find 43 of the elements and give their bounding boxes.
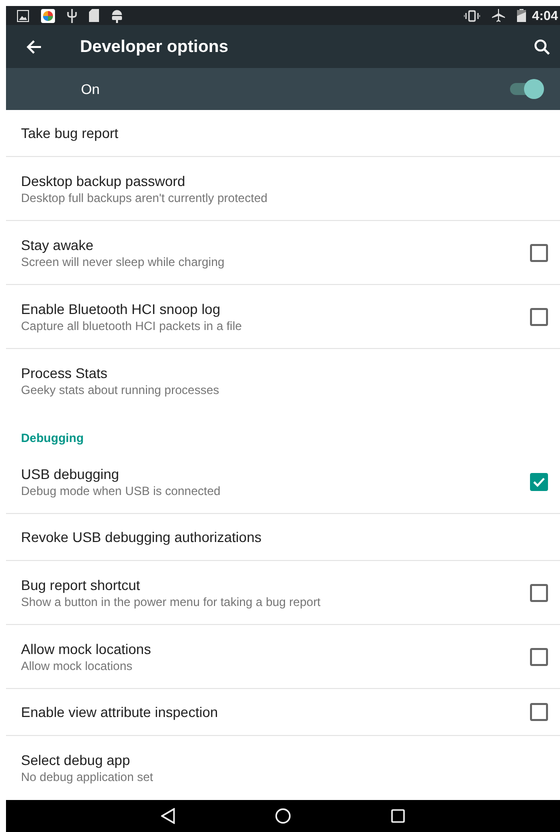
setting-title[interactable]: Take bug report	[21, 125, 548, 142]
back-icon[interactable]	[161, 808, 175, 824]
setting-summary: Show a button in the power menu for taking a bug report	[21, 594, 322, 609]
setting-summary: Screen will never sleep while charging	[21, 254, 226, 269]
home-icon[interactable]	[275, 808, 291, 824]
setting-title[interactable]: Process Stats	[21, 365, 548, 382]
setting-summary: Capture all bluetooth HCI packets in a file	[21, 318, 243, 333]
checkbox[interactable]	[530, 308, 548, 326]
setting-title[interactable]: Enable Bluetooth HCI snoop log	[21, 300, 530, 317]
android-icon	[111, 8, 123, 23]
recents-icon[interactable]	[391, 809, 405, 824]
setting-title[interactable]: Allow mock locations	[21, 640, 530, 657]
section-header: Debugging	[20, 430, 85, 448]
airplane-icon	[492, 9, 505, 22]
checkbox[interactable]	[530, 244, 548, 262]
setting-summary: No debug application set	[21, 770, 154, 784]
setting-title[interactable]: Stay awake	[21, 236, 530, 253]
setting-title[interactable]: Bug report shortcut	[21, 576, 530, 593]
setting-summary: Desktop full backups aren't currently protected	[21, 190, 268, 205]
setting-title[interactable]: Select debug app	[21, 752, 548, 768]
checkbox[interactable]	[530, 648, 548, 666]
back-arrow-icon[interactable]	[26, 38, 42, 55]
vibrate-icon	[464, 10, 480, 22]
checkbox[interactable]	[530, 584, 548, 602]
setting-title[interactable]: Desktop backup password	[21, 172, 548, 189]
checkbox[interactable]	[530, 703, 548, 722]
setting-title[interactable]: USB debugging	[21, 466, 530, 482]
checkbox[interactable]	[530, 472, 548, 491]
clock-time: 4:04	[532, 8, 558, 24]
setting-summary: Allow mock locations	[21, 658, 134, 673]
setting-summary: Geeky stats about running processes	[21, 383, 220, 398]
search-icon[interactable]	[534, 38, 550, 55]
sd-card-icon	[89, 9, 99, 22]
setting-title[interactable]: Revoke USB debugging authorizations	[21, 529, 548, 546]
app-notification-icon	[41, 8, 55, 23]
toggle-switch[interactable]	[508, 79, 544, 99]
image-notification-icon	[17, 10, 29, 22]
setting-title[interactable]: Enable view attribute inspection	[21, 704, 530, 720]
setting-summary: Debug mode when USB is connected	[21, 484, 222, 498]
usb-icon	[67, 8, 77, 23]
switch-label: On	[81, 81, 101, 97]
page-title: Developer options	[80, 36, 230, 57]
battery-icon	[516, 9, 526, 22]
